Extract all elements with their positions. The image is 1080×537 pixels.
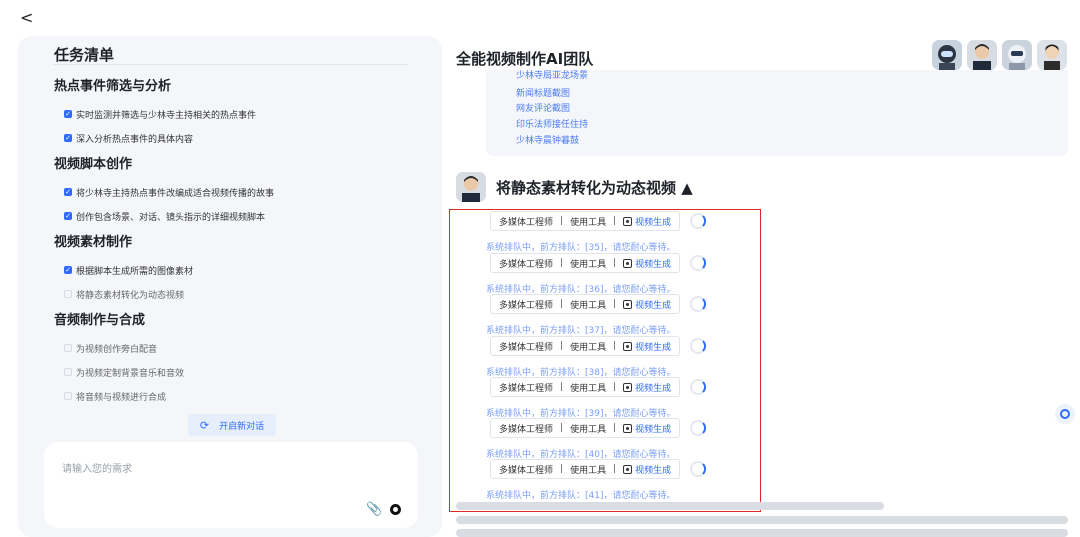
divider — [54, 64, 408, 65]
agent-avatar-icon[interactable] — [1002, 40, 1032, 70]
assistant-icon — [1060, 409, 1070, 419]
checkbox-empty-icon — [64, 392, 72, 400]
team-avatars — [932, 40, 1067, 70]
agent-avatar-icon[interactable] — [1037, 40, 1067, 70]
attachment-icon[interactable]: 📎 — [366, 502, 382, 517]
media-link[interactable]: 少林寺晨钟暮鼓 — [516, 133, 579, 146]
media-link[interactable]: 印乐法师接任住持 — [516, 117, 588, 130]
step-title: 将静态素材转化为动态视频 ▲ — [496, 178, 693, 197]
tool-call-row[interactable]: 多媒体工程师 | 使用工具 | 视频生成 — [490, 377, 681, 397]
section-title: 音频制作与合成 — [54, 313, 146, 328]
queue-status: 系统排队中，前方排队：[35]，请您耐心等待。 — [486, 243, 676, 253]
record-icon[interactable] — [390, 504, 401, 515]
queue-status: 系统排队中，前方排队：[41]，请您耐心等待。 — [486, 491, 676, 501]
loading-spinner-icon — [690, 338, 706, 354]
checkbox-empty-icon — [64, 344, 72, 352]
loading-spinner-icon — [690, 379, 706, 395]
tool-call-row[interactable]: 多媒体工程师 | 使用工具 | 视频生成 — [490, 211, 681, 231]
checkbox-empty-icon — [64, 368, 72, 376]
agent-avatar-icon[interactable] — [932, 40, 962, 70]
back-button[interactable]: < — [20, 8, 33, 27]
tool-call-row[interactable]: 多媒体工程师 | 使用工具 | 视频生成 — [490, 253, 681, 273]
agent-avatar-icon — [456, 172, 486, 202]
step-header[interactable]: 将静态素材转化为动态视频 ▲ — [456, 172, 693, 202]
task-list-title: 任务清单 — [54, 46, 115, 64]
task-item[interactable]: 为视频创作旁白配音 — [54, 336, 184, 360]
section-title: 热点事件筛选与分析 — [54, 79, 172, 94]
video-icon — [623, 423, 633, 433]
prompt-input[interactable]: 请输入您的需求 📎 — [44, 442, 418, 528]
checkbox-checked-icon: ✓ — [64, 188, 72, 196]
task-item[interactable]: ✓ 深入分析热点事件的具体内容 — [54, 126, 256, 150]
checkbox-checked-icon: ✓ — [64, 134, 72, 142]
media-list: 少林寺局亚龙场景 新闻标题截图 网友评论截图 印乐法师接任住持 少林寺晨钟暮鼓 — [486, 70, 1068, 156]
task-item[interactable]: ✓ 实时监测并筛选与少林寺主持相关的热点事件 — [54, 102, 256, 126]
skeleton-bar — [456, 502, 884, 510]
checkbox-checked-icon: ✓ — [64, 266, 72, 274]
assistant-float-button[interactable] — [1055, 404, 1075, 424]
media-link[interactable]: 少林寺局亚龙场景 — [516, 70, 588, 81]
loading-spinner-icon — [690, 213, 706, 229]
section-title: 视频素材制作 — [54, 235, 133, 250]
task-panel: 任务清单 热点事件筛选与分析 ✓ 实时监测并筛选与少林寺主持相关的热点事件 ✓ 深入… — [18, 36, 442, 537]
tool-call-row[interactable]: 多媒体工程师 | 使用工具 | 视频生成 — [490, 418, 681, 438]
video-icon — [623, 341, 633, 351]
loading-spinner-icon — [690, 461, 706, 477]
video-icon — [623, 382, 633, 392]
task-item[interactable]: ✓ 根据脚本生成所需的图像素材 — [54, 258, 193, 282]
new-chat-button[interactable]: ⟳ 开启新对话 — [188, 414, 276, 436]
agent-avatar-icon[interactable] — [967, 40, 997, 70]
video-icon — [623, 216, 633, 226]
queue-status: 系统排队中，前方排队：[37]，请您耐心等待。 — [486, 326, 676, 336]
checkbox-checked-icon: ✓ — [64, 110, 72, 118]
tool-call-row[interactable]: 多媒体工程师 | 使用工具 | 视频生成 — [490, 459, 681, 479]
page-title: 全能视频制作AI团队 — [456, 50, 594, 68]
new-chat-icon: ⟳ — [199, 418, 210, 432]
task-section: 视频脚本创作 ✓ 将少林寺主持热点事件改编成适合视频传播的故事 ✓ 创作包含场景、对… — [54, 154, 274, 228]
section-title: 视频脚本创作 — [54, 157, 133, 172]
media-link[interactable]: 新闻标题截图 — [516, 86, 570, 99]
loading-spinner-icon — [690, 296, 706, 312]
task-section: 音频制作与合成 为视频创作旁白配音 为视频定制背景音乐和音效 将音频与视频进行合… — [54, 310, 184, 408]
video-icon — [623, 464, 633, 474]
skeleton-bar — [456, 529, 1068, 537]
task-item[interactable]: 将静态素材转化为动态视频 — [54, 282, 193, 306]
video-icon — [623, 258, 633, 268]
tool-call-row[interactable]: 多媒体工程师 | 使用工具 | 视频生成 — [490, 336, 681, 356]
checkbox-empty-icon — [64, 290, 72, 298]
task-item[interactable]: ✓ 创作包含场景、对话、镜头指示的详细视频脚本 — [54, 204, 274, 228]
task-item[interactable]: 为视频定制背景音乐和音效 — [54, 360, 184, 384]
checkbox-checked-icon: ✓ — [64, 212, 72, 220]
video-icon — [623, 299, 633, 309]
media-link[interactable]: 网友评论截图 — [516, 101, 570, 114]
loading-spinner-icon — [690, 255, 706, 271]
tool-call-row[interactable]: 多媒体工程师 | 使用工具 | 视频生成 — [490, 294, 681, 314]
input-placeholder: 请输入您的需求 — [62, 464, 132, 475]
task-section: 视频素材制作 ✓ 根据脚本生成所需的图像素材 将静态素材转化为动态视频 — [54, 232, 193, 306]
task-section: 热点事件筛选与分析 ✓ 实时监测并筛选与少林寺主持相关的热点事件 ✓ 深入分析热点事… — [54, 76, 256, 150]
task-item[interactable]: 将音频与视频进行合成 — [54, 384, 184, 408]
loading-spinner-icon — [690, 420, 706, 436]
skeleton-bar — [456, 516, 1068, 524]
task-item[interactable]: ✓ 将少林寺主持热点事件改编成适合视频传播的故事 — [54, 180, 274, 204]
